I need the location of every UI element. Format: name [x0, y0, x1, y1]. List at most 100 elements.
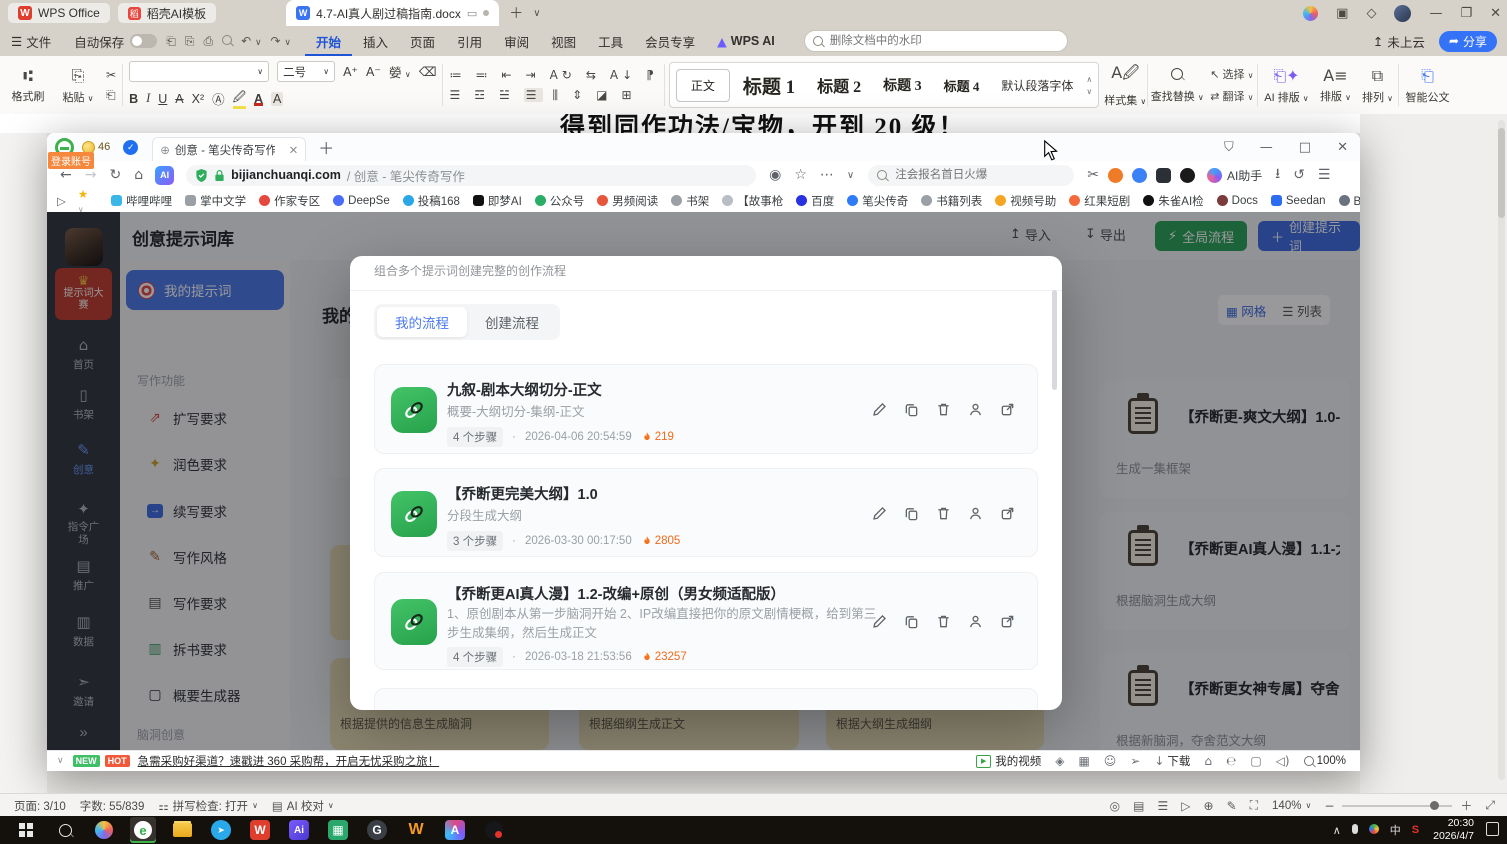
refresh-icon[interactable]: ↻	[109, 167, 121, 183]
increase-indent-icon[interactable]: ⇥	[526, 68, 540, 82]
format-painter-button[interactable]: ⑆格式刷	[6, 66, 50, 104]
char-spacing-icon[interactable]: ⇆	[586, 68, 600, 82]
translate-tool[interactable]: ⇄ 翻译 ∨	[1210, 88, 1253, 104]
back-icon[interactable]: ←	[60, 167, 72, 183]
menu-tab-insert[interactable]: 插入	[352, 26, 399, 56]
browser-maximize-button[interactable]: □	[1299, 140, 1311, 155]
wps-search-box[interactable]	[804, 30, 1068, 52]
document-scrollbar[interactable]	[1498, 120, 1505, 780]
align-right-icon[interactable]: ☱	[499, 88, 514, 102]
delete-icon[interactable]	[936, 614, 951, 629]
taskbar-music-app[interactable]	[481, 817, 507, 843]
game-center-icon[interactable]: ☺	[1104, 754, 1117, 768]
workflow-card[interactable]: 九叙-剧本大纲切分-正文 概要-大纲切分-集纲-正文 4 个步骤 · 2026-…	[374, 364, 1038, 454]
tray-expand-chevron[interactable]: ∧	[1333, 824, 1341, 837]
play-view-icon[interactable]: ▷	[1181, 799, 1190, 813]
taskbar-clock[interactable]: 20:30 2026/4/7	[1433, 817, 1474, 843]
browser-menu-icon[interactable]: ☰	[1318, 167, 1331, 183]
bookmark-bookshelf[interactable]: 书架	[671, 193, 709, 209]
eye-protect-icon[interactable]: ◎	[1110, 799, 1120, 813]
side-panel-icon[interactable]: ▷	[57, 194, 66, 208]
bookmark-booklist[interactable]: 书籍列表	[921, 193, 982, 209]
layout-button[interactable]: A≡排版 ∨	[1314, 56, 1356, 114]
forward-icon[interactable]: →	[85, 167, 97, 183]
bookmark-deepseek[interactable]: DeepSe	[333, 195, 390, 207]
login-account-badge[interactable]: 登录账号	[48, 152, 94, 169]
bookmark-zhangzhong[interactable]: 掌中文学	[185, 193, 246, 209]
autosave-toggle[interactable]	[130, 34, 157, 48]
ai-layout-button[interactable]: ⎗✦AI 排版 ∨	[1258, 56, 1314, 114]
bookmark-docs[interactable]: Docs	[1217, 195, 1258, 207]
bookmark-bstation[interactable]: B站软件	[1339, 193, 1360, 209]
active-page-tab[interactable]: ⊕ 创意 - 笔尖传奇写作 ✕	[152, 137, 306, 162]
edit-icon[interactable]	[872, 506, 887, 521]
taskbar-360-browser[interactable]: e	[130, 817, 156, 843]
strikethrough-icon[interactable]: A	[175, 92, 183, 106]
blue-extension-icon[interactable]	[1132, 168, 1147, 183]
char-shading-icon[interactable]: A	[271, 92, 283, 106]
windows-stack-icon[interactable]: ▣	[1336, 6, 1348, 21]
find-replace-button[interactable]: 查找替换 ∨	[1148, 56, 1206, 114]
shading-icon[interactable]: ◪	[596, 88, 611, 102]
print-icon[interactable]: ⎙	[203, 34, 213, 49]
tab-list-chevron-icon[interactable]: ∨	[533, 8, 540, 19]
edit-icon[interactable]	[872, 402, 887, 417]
addr-chevron-icon[interactable]: ∨	[847, 170, 854, 181]
task-view-button[interactable]	[91, 817, 117, 843]
bookmark-bilibili[interactable]: 哔哩哔哩	[111, 193, 172, 209]
output-icon[interactable]: ⎘	[185, 34, 195, 49]
cloud-status[interactable]: ↥ 未上云	[1373, 32, 1425, 51]
clear-format-icon[interactable]: ⌫	[419, 64, 437, 79]
open-external-icon[interactable]	[1000, 506, 1015, 521]
paste-button[interactable]: ⎘粘贴 ∨	[56, 66, 100, 105]
my-videos-button[interactable]: ▶ 我的视频	[976, 753, 1041, 769]
home-icon[interactable]: ⌂	[134, 167, 143, 183]
taskbar-search-button[interactable]	[52, 817, 78, 843]
fullscreen-icon[interactable]: ⤢	[1485, 798, 1495, 813]
wps-close-button[interactable]: ✕	[1490, 6, 1501, 21]
font-size-select[interactable]: 二号∨	[277, 61, 335, 82]
more-options-icon[interactable]: ⋯	[820, 167, 834, 183]
delete-icon[interactable]	[936, 506, 951, 521]
square-extension-icon[interactable]	[1156, 168, 1171, 183]
browser-ai-icon[interactable]: AI	[155, 166, 174, 185]
new-tab-button[interactable]: ＋	[509, 3, 523, 23]
duplicate-icon[interactable]	[904, 506, 919, 521]
reading-mode-icon[interactable]: ▭	[467, 7, 477, 20]
edit-icon[interactable]	[872, 614, 887, 629]
taskbar-w-app[interactable]: W	[403, 817, 429, 843]
style-heading2[interactable]: 标题 2	[808, 71, 870, 99]
sogou-icon[interactable]: S	[1412, 824, 1419, 836]
menu-tab-view[interactable]: 视图	[540, 26, 587, 56]
distribute-icon[interactable]: ⫼	[553, 88, 563, 103]
open-external-icon[interactable]	[1000, 402, 1015, 417]
start-button[interactable]	[13, 817, 39, 843]
text-effects-icon[interactable]: Ⓐ	[212, 89, 225, 108]
bold-icon[interactable]: B	[129, 92, 138, 106]
zoom-in-button[interactable]: ＋	[1460, 797, 1472, 814]
align-center-icon[interactable]: ☲	[474, 88, 489, 102]
italic-icon[interactable]: I	[146, 91, 150, 106]
game-extension-icon[interactable]	[1108, 168, 1123, 183]
wps-docer-tab[interactable]: 稻 稻壳AI模板	[118, 3, 216, 23]
zoom-out-button[interactable]: −	[1324, 799, 1334, 813]
browser-search-box[interactable]	[868, 165, 1074, 186]
web-layout-icon[interactable]: ⊕	[1204, 799, 1214, 813]
workflow-card[interactable]: 【乔断更完美大纲】1.0 分段生成大纲 3 个步骤 · 2026-03-30 0…	[374, 468, 1038, 557]
bookmark-hongguo[interactable]: 红果短剧	[1069, 193, 1130, 209]
numbered-list-icon[interactable]: ≕	[475, 68, 491, 82]
accelerator-icon[interactable]: ➢	[1130, 754, 1140, 768]
taskbar-colorful-app[interactable]: A	[442, 817, 468, 843]
zoom-level[interactable]: 140%∨	[1272, 800, 1311, 812]
delete-icon[interactable]	[936, 402, 951, 417]
wps-document-tab[interactable]: W 4.7-AI真人剧过稿指南.docx ▭	[286, 0, 499, 26]
share-user-icon[interactable]	[968, 506, 983, 521]
ai-proofread[interactable]: ▤AI 校对∨	[272, 798, 334, 814]
favorites-star-icon[interactable]: ★ ∨	[78, 189, 88, 213]
browser-new-tab-button[interactable]: ＋	[318, 135, 334, 159]
ie-mode-icon[interactable]: ℮	[1226, 754, 1236, 768]
taskbar-telegram[interactable]: ➤	[208, 817, 234, 843]
download-manager-button[interactable]: ↓下载	[1154, 753, 1190, 769]
spellcheck-status[interactable]: ⚏拼写检查: 打开∨	[158, 798, 258, 814]
bookmark-video-helper[interactable]: 视频号助	[995, 193, 1056, 209]
